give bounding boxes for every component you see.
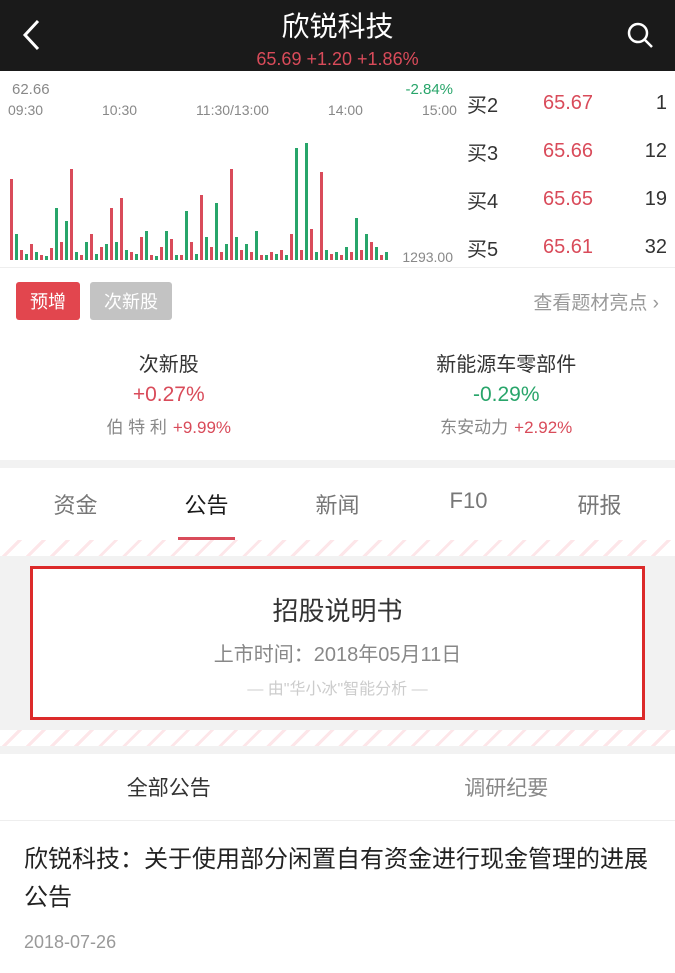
order-book[interactable]: 买2 65.67 1 买3 65.66 12 买4 65.65 19 买5 65.61 32 xyxy=(457,79,667,267)
sector-item[interactable]: 次新股 +0.27% 伯 特 利+9.99% xyxy=(0,348,338,438)
sector-item[interactable]: 新能源车零部件 -0.29% 东安动力+2.92% xyxy=(338,348,675,438)
stripe-divider xyxy=(0,540,675,556)
chart-section[interactable]: 62.66 -2.84% 09:30 10:30 11:30/13:00 14:… xyxy=(0,71,675,267)
sector-change: +0.27% xyxy=(0,383,338,407)
chart-volume-value: 1293.00 xyxy=(402,249,453,265)
sectors-row: 次新股 +0.27% 伯 特 利+9.99%新能源车零部件 -0.29% 东安动… xyxy=(0,334,675,468)
time-label: 11:30/13:00 xyxy=(196,102,269,118)
news-title: 欣锐科技：关于使用部分闲置自有资金进行现金管理的进展公告 xyxy=(24,841,651,918)
tab-资金[interactable]: 资金 xyxy=(10,468,141,540)
order-book-row[interactable]: 买5 65.61 32 xyxy=(467,223,667,271)
chevron-right-icon: › xyxy=(653,293,659,314)
ob-price: 65.65 xyxy=(543,188,593,211)
sector-leader: 伯 特 利+9.99% xyxy=(0,413,338,438)
sector-name: 次新股 xyxy=(0,348,338,377)
volume-bars xyxy=(8,130,457,260)
order-book-row[interactable]: 买4 65.65 19 xyxy=(467,175,667,223)
ob-price: 65.67 xyxy=(543,92,593,115)
sector-leader: 东安动力+2.92% xyxy=(338,413,675,438)
time-label: 10:30 xyxy=(102,102,137,118)
news-date: 2018-07-26 xyxy=(24,932,651,953)
time-label: 14:00 xyxy=(328,102,363,118)
prospectus-title: 招股说明书 xyxy=(63,591,612,628)
ob-label: 买4 xyxy=(467,185,509,214)
ob-qty: 12 xyxy=(627,140,667,163)
stock-name: 欣锐科技 xyxy=(0,5,675,45)
ob-price: 65.66 xyxy=(543,140,593,163)
stock-change-pct: +1.86% xyxy=(357,49,419,69)
prospectus-note: — 由"华小冰"智能分析 — xyxy=(63,675,612,699)
tag-newstock[interactable]: 次新股 xyxy=(90,282,172,320)
main-tabs: 资金公告新闻F10研报 xyxy=(0,468,675,540)
order-book-row[interactable]: 买3 65.66 12 xyxy=(467,127,667,175)
header-title-block: 欣锐科技 65.69 +1.20 +1.86% xyxy=(0,5,675,70)
sector-name: 新能源车零部件 xyxy=(338,348,675,377)
tab-F10[interactable]: F10 xyxy=(403,468,534,540)
view-highlights-label: 查看题材亮点 xyxy=(533,293,647,314)
ob-label: 买5 xyxy=(467,233,509,262)
view-highlights-link[interactable]: 查看题材亮点 › xyxy=(533,288,659,315)
order-book-row[interactable]: 买2 65.67 1 xyxy=(467,79,667,127)
subtab-research-summary[interactable]: 调研纪要 xyxy=(338,754,675,820)
subtab-all-announcements[interactable]: 全部公告 xyxy=(0,754,338,820)
chart-drop-pct: -2.84% xyxy=(405,81,453,98)
stock-change: +1.20 xyxy=(306,49,352,69)
tab-新闻[interactable]: 新闻 xyxy=(272,468,403,540)
ob-price: 65.61 xyxy=(543,236,593,259)
news-item[interactable]: 欣锐科技：关于使用部分闲置自有资金进行现金管理的进展公告 2018-07-26 xyxy=(0,821,675,973)
prospectus-date: 上市时间：2018年05月11日 xyxy=(63,638,612,667)
ob-qty: 19 xyxy=(627,188,667,211)
stock-price: 65.69 xyxy=(256,49,301,69)
time-label: 09:30 xyxy=(8,102,43,118)
ob-label: 买3 xyxy=(467,137,509,166)
time-label: 15:00 xyxy=(422,102,457,118)
chart-time-axis: 09:30 10:30 11:30/13:00 14:00 15:00 xyxy=(8,102,457,118)
sector-change: -0.29% xyxy=(338,383,675,407)
ob-qty: 32 xyxy=(627,236,667,259)
tab-研报[interactable]: 研报 xyxy=(534,468,665,540)
ob-label: 买2 xyxy=(467,89,509,118)
chart-high-price: 62.66 xyxy=(12,81,50,98)
search-button[interactable] xyxy=(625,20,655,55)
ob-qty: 1 xyxy=(627,92,667,115)
prospectus-box[interactable]: 招股说明书 上市时间：2018年05月11日 — 由"华小冰"智能分析 — xyxy=(30,566,645,720)
stock-price-line: 65.69 +1.20 +1.86% xyxy=(0,49,675,70)
tab-公告[interactable]: 公告 xyxy=(141,468,272,540)
stripe-divider xyxy=(0,730,675,746)
tag-preincrease[interactable]: 预增 xyxy=(16,282,80,320)
back-button[interactable] xyxy=(20,18,42,57)
